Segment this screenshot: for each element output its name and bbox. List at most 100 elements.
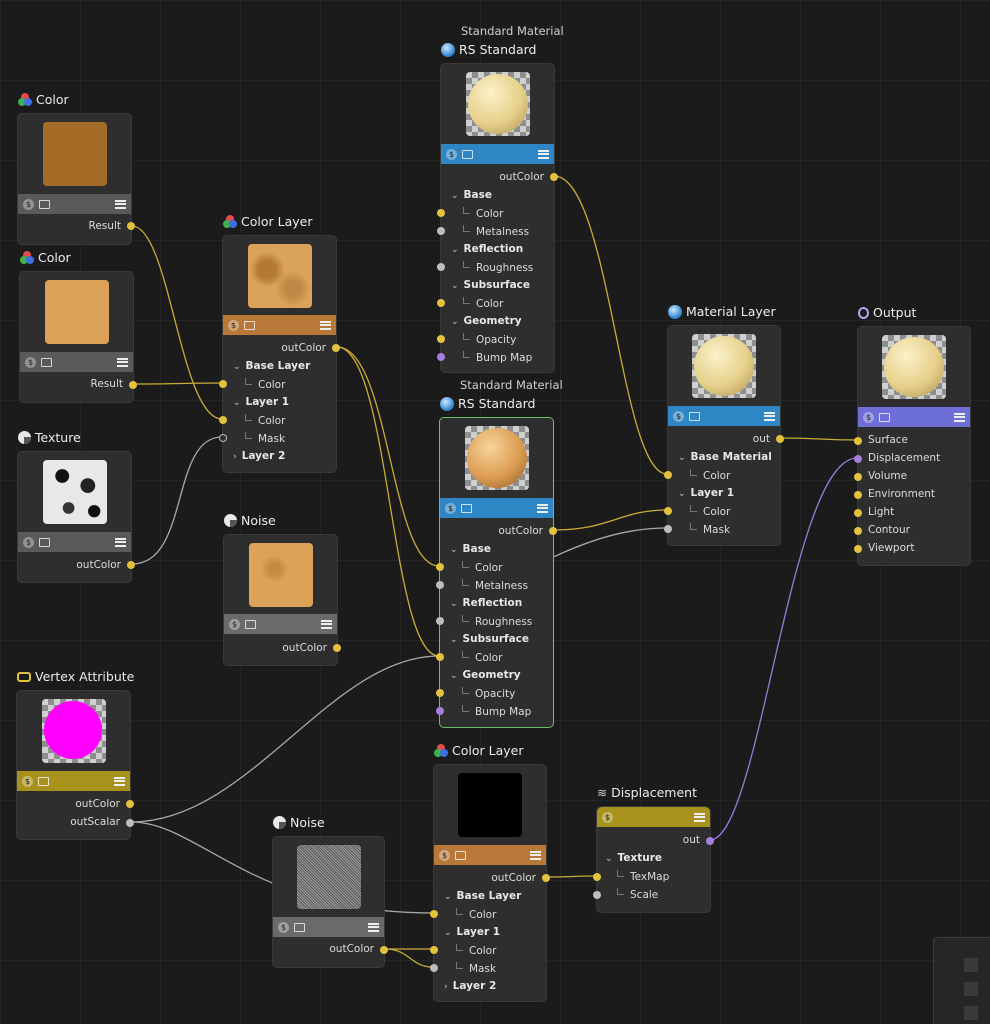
preview-icon[interactable]	[41, 357, 52, 367]
group-reflection[interactable]: ⌄ Reflection	[450, 597, 522, 609]
port-environment[interactable]: Environment	[868, 488, 935, 500]
navigator-panel[interactable]	[933, 937, 990, 1024]
port-outcolor[interactable]: outColor	[499, 171, 544, 183]
port-surface[interactable]: Surface	[868, 434, 908, 446]
rs-standard-node-2[interactable]: Standard Material RS Standard $ outColor…	[436, 378, 563, 728]
group-base[interactable]: ⌄ Base	[451, 189, 492, 201]
port-outcolor[interactable]: outColor	[281, 342, 326, 354]
output-port-dot[interactable]	[333, 644, 341, 652]
menu-icon[interactable]	[954, 412, 965, 422]
preview-icon[interactable]	[39, 537, 50, 547]
group-base-material[interactable]: ⌄ Base Material	[678, 451, 772, 463]
input-port-dot[interactable]	[854, 473, 862, 481]
input-port-dot[interactable]	[437, 209, 445, 217]
port-color[interactable]: Color	[462, 651, 502, 664]
output-port-dot[interactable]	[127, 561, 135, 569]
input-port-dot[interactable]	[436, 581, 444, 589]
settings-icon[interactable]: $	[25, 356, 36, 368]
port-result[interactable]: Result	[91, 378, 123, 390]
rs-standard-node-1[interactable]: Standard Material RS Standard $ outColor…	[437, 24, 564, 373]
port-mask[interactable]: Mask	[690, 523, 730, 536]
input-port-dot[interactable]	[854, 437, 862, 445]
input-port-dot[interactable]	[436, 707, 444, 715]
group-subsurface[interactable]: ⌄ Subsurface	[450, 633, 529, 645]
port-color[interactable]: Color	[463, 207, 503, 220]
preview-icon[interactable]	[879, 412, 890, 422]
menu-icon[interactable]	[321, 619, 332, 629]
output-port-dot[interactable]	[126, 800, 134, 808]
input-port-dot[interactable]	[430, 946, 438, 954]
preview-icon[interactable]	[461, 503, 472, 513]
port-outcolor[interactable]: outColor	[282, 642, 327, 654]
preview-icon[interactable]	[689, 411, 700, 421]
color-node-1[interactable]: Color $ Result	[17, 92, 135, 245]
settings-icon[interactable]: $	[23, 536, 34, 548]
settings-icon[interactable]: $	[23, 198, 34, 210]
port-color[interactable]: Color	[245, 378, 285, 391]
input-port-dot[interactable]	[437, 335, 445, 343]
port-outcolor[interactable]: outColor	[329, 943, 374, 955]
group-base-layer[interactable]: ⌄ Base Layer	[233, 360, 310, 372]
port-scale[interactable]: Scale	[617, 888, 658, 901]
output-port-dot[interactable]	[380, 946, 388, 954]
input-port-dot[interactable]	[854, 545, 862, 553]
group-geometry[interactable]: ⌄ Geometry	[450, 669, 521, 681]
port-color[interactable]: Color	[456, 944, 496, 957]
port-metalness[interactable]: Metalness	[463, 225, 529, 238]
port-mask[interactable]: Mask	[456, 962, 496, 975]
settings-icon[interactable]: $	[673, 410, 684, 422]
group-texture[interactable]: ⌄ Texture	[605, 852, 662, 864]
color-node-2[interactable]: Color $ Result	[19, 250, 137, 403]
input-port-dot[interactable]	[437, 263, 445, 271]
menu-icon[interactable]	[694, 812, 705, 822]
group-layer-2[interactable]: › Layer 2	[444, 980, 496, 992]
port-roughness[interactable]: Roughness	[462, 615, 532, 628]
settings-icon[interactable]: $	[446, 148, 457, 160]
menu-icon[interactable]	[538, 149, 549, 159]
group-geometry[interactable]: ⌄ Geometry	[451, 315, 522, 327]
noise-node-2[interactable]: Noise $ outColor	[272, 815, 388, 968]
input-port-dot[interactable]	[437, 299, 445, 307]
color-layer-node-2[interactable]: Color Layer $ outColor ⌄ Base Layer Color…	[430, 743, 550, 1002]
preview-icon[interactable]	[455, 850, 466, 860]
settings-icon[interactable]: $	[445, 502, 456, 514]
port-result[interactable]: Result	[89, 220, 121, 232]
input-port-dot[interactable]	[436, 689, 444, 697]
output-port-dot[interactable]	[542, 874, 550, 882]
port-metalness[interactable]: Metalness	[462, 579, 528, 592]
port-volume[interactable]: Volume	[868, 470, 907, 482]
input-port-dot[interactable]	[437, 227, 445, 235]
menu-icon[interactable]	[764, 411, 775, 421]
navigator-button[interactable]	[964, 958, 978, 972]
port-color[interactable]: Color	[463, 297, 503, 310]
output-node[interactable]: Output $ Surface Displacement Volume Env…	[854, 305, 971, 566]
output-port-dot[interactable]	[126, 819, 134, 827]
output-port-dot[interactable]	[549, 527, 557, 535]
input-port-dot[interactable]	[664, 471, 672, 479]
port-bump-map[interactable]: Bump Map	[462, 705, 531, 718]
port-opacity[interactable]: Opacity	[462, 687, 515, 700]
settings-icon[interactable]: $	[22, 775, 33, 787]
input-port-dot[interactable]	[430, 910, 438, 918]
menu-icon[interactable]	[537, 503, 548, 513]
displacement-node[interactable]: ≋ Displacement $ out ⌄ Texture TexMap Scal…	[593, 785, 714, 913]
port-color[interactable]: Color	[456, 908, 496, 921]
settings-icon[interactable]: $	[278, 921, 289, 933]
settings-icon[interactable]: $	[863, 411, 874, 423]
preview-icon[interactable]	[39, 199, 50, 209]
port-opacity[interactable]: Opacity	[463, 333, 516, 346]
port-contour[interactable]: Contour	[868, 524, 910, 536]
noise-node-1[interactable]: Noise $ outColor	[223, 513, 341, 666]
output-port-dot[interactable]	[127, 222, 135, 230]
port-outcolor[interactable]: outColor	[491, 872, 536, 884]
port-displacement[interactable]: Displacement	[868, 452, 940, 464]
menu-icon[interactable]	[530, 850, 541, 860]
input-port-dot[interactable]	[436, 563, 444, 571]
port-viewport[interactable]: Viewport	[868, 542, 914, 554]
color-layer-node-1[interactable]: Color Layer $ outColor ⌄ Base Layer Color…	[219, 214, 340, 473]
group-layer-1[interactable]: ⌄ Layer 1	[678, 487, 734, 499]
menu-icon[interactable]	[117, 357, 128, 367]
group-layer-1[interactable]: ⌄ Layer 1	[444, 926, 500, 938]
port-outcolor[interactable]: outColor	[76, 559, 121, 571]
port-outcolor[interactable]: outColor	[75, 798, 120, 810]
